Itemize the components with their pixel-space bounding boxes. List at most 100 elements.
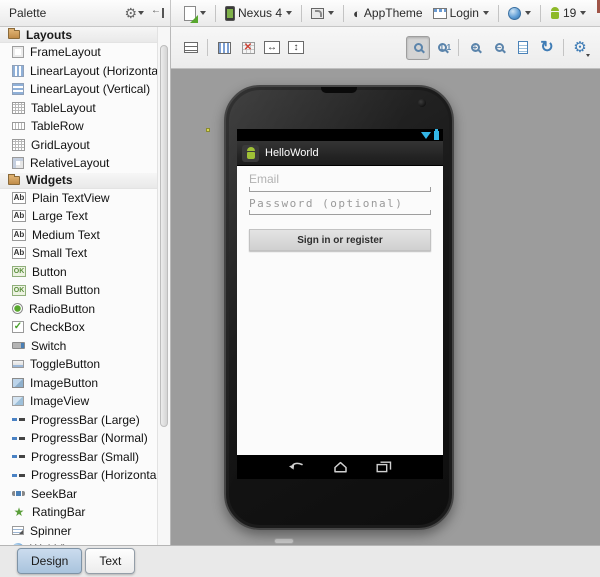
phone-preview: HelloWorld Email Password (optional) Sig… <box>224 85 454 530</box>
palette-item-progressbar-small[interactable]: ProgressBar (Small) <box>0 448 170 467</box>
palette-item-label: SeekBar <box>31 486 78 501</box>
chevron-down-icon <box>286 11 293 15</box>
palette-item-seekbar[interactable]: SeekBar <box>0 485 170 504</box>
navigation-bar <box>237 455 443 479</box>
collapse-panel-icon[interactable] <box>151 5 164 19</box>
palette-item-linearlayout-horizontal[interactable]: LinearLayout (Horizontal) <box>0 62 170 81</box>
palette-item-large-text[interactable]: Ab Large Text <box>0 207 170 226</box>
radio-icon <box>12 303 23 315</box>
locale-selector[interactable] <box>503 5 536 22</box>
zoom-to-fit-button[interactable] <box>406 35 430 60</box>
palette-scrollbar-thumb[interactable] <box>160 45 168 427</box>
palette-item-ratingbar[interactable]: ★ RatingBar <box>0 503 170 522</box>
app-icon <box>242 144 259 162</box>
refresh-icon: ↻ <box>540 38 554 56</box>
palette-item-tablelayout[interactable]: TableLayout <box>0 99 170 118</box>
gear-icon: ⚙ <box>573 39 587 56</box>
password-field[interactable]: Password (optional) <box>249 192 431 215</box>
palette-section-widgets[interactable]: Widgets <box>0 172 170 189</box>
refresh-button[interactable]: ↻ <box>535 36 559 60</box>
palette-item-linearlayout-vertical[interactable]: LinearLayout (Vertical) <box>0 80 170 99</box>
orientation-icon <box>311 7 325 19</box>
tab-text[interactable]: Text <box>85 548 136 574</box>
palette-section-layouts[interactable]: Layouts <box>0 27 170 43</box>
textview-icon: Ab <box>12 247 26 260</box>
palette-item-label: Small Text <box>32 246 88 261</box>
palette-item-label: ImageButton <box>30 375 99 390</box>
palette-item-label: ProgressBar (Normal) <box>31 431 148 446</box>
tab-design[interactable]: Design <box>17 548 83 574</box>
palette-item-gridlayout[interactable]: GridLayout <box>0 136 170 155</box>
palette-item-label: GridLayout <box>31 137 90 152</box>
activity-selector[interactable]: Login <box>428 4 494 22</box>
designer-toolbar: ↔ ↕ 1:1 + − ↻ ⚙ <box>171 27 600 69</box>
email-field[interactable]: Email <box>249 166 431 192</box>
palette-item-progressbar-normal[interactable]: ProgressBar (Normal) <box>0 429 170 448</box>
palette-item-progressbar-large[interactable]: ProgressBar (Large) <box>0 411 170 430</box>
image-button-icon <box>12 377 24 388</box>
progress-icon <box>12 473 25 477</box>
api-level-selector[interactable]: 19 <box>545 4 591 22</box>
home-icon <box>334 461 347 473</box>
palette-item-checkbox[interactable]: ✓ CheckBox <box>0 318 170 337</box>
palette-item-togglebutton[interactable]: ToggleButton <box>0 355 170 374</box>
palette-item-button[interactable]: OK Button <box>0 263 170 282</box>
layout-variants-button[interactable] <box>179 36 203 60</box>
chevron-down-icon <box>482 11 489 15</box>
theme-selector[interactable]: ◐ AppTheme <box>348 4 428 22</box>
design-canvas[interactable]: HelloWorld Email Password (optional) Sig… <box>171 69 600 545</box>
sign-in-button[interactable]: Sign in or register <box>249 229 431 251</box>
designer-settings-button[interactable]: ⚙ <box>568 36 592 60</box>
palette-item-label: RadioButton <box>29 301 96 316</box>
theme-label: AppTheme <box>363 6 423 20</box>
zoom-out-button[interactable]: − <box>487 36 511 60</box>
palette-item-label: Small Button <box>32 283 101 298</box>
activity-label: Login <box>449 6 479 20</box>
palette-item-small-text[interactable]: Ab Small Text <box>0 244 170 263</box>
palette-item-label: Switch <box>31 338 67 353</box>
new-layout-file-button[interactable] <box>179 4 211 23</box>
palette-item-medium-text[interactable]: Ab Medium Text <box>0 226 170 245</box>
api-level-label: 19 <box>562 6 577 20</box>
preview-doc-button[interactable] <box>511 36 535 60</box>
palette-item-framelayout[interactable]: FrameLayout <box>0 43 170 62</box>
palette-item-progressbar-horizontal[interactable]: ProgressBar (Horizontal) <box>0 466 170 485</box>
zoom-in-button[interactable]: + <box>463 36 487 60</box>
chevron-down-icon <box>580 11 587 15</box>
palette-item-tablerow[interactable]: TableRow <box>0 117 170 136</box>
palette-list: Layouts FrameLayout LinearLayout (Horizont… <box>0 27 170 545</box>
palette-item-relativelayout[interactable]: RelativeLayout <box>0 154 170 173</box>
hide-grid-button[interactable] <box>236 36 260 60</box>
progress-icon <box>12 455 25 459</box>
chevron-down-icon <box>328 11 335 15</box>
show-columns-button[interactable] <box>212 36 236 60</box>
actual-size-button[interactable]: 1:1 <box>430 36 454 60</box>
palette-item-radiobutton[interactable]: RadioButton <box>0 300 170 319</box>
palette-item-switch[interactable]: Switch <box>0 337 170 356</box>
palette-item-imagebutton[interactable]: ImageButton <box>0 374 170 393</box>
palette-item-plain-textview[interactable]: Ab Plain TextView <box>0 189 170 208</box>
textview-icon: Ab <box>12 210 26 223</box>
grid-layout-icon <box>12 138 25 151</box>
canvas-hscroll-thumb[interactable] <box>274 538 294 544</box>
layout-content: Email Password (optional) Sign in or reg… <box>237 166 443 455</box>
palette-item-label: CheckBox <box>30 320 85 335</box>
palette-item-imageview[interactable]: ImageView <box>0 392 170 411</box>
palette-item-spinner[interactable]: Spinner <box>0 522 170 541</box>
palette-gear-icon[interactable]: ⚙ <box>124 5 144 22</box>
globe-icon <box>507 6 521 20</box>
palette-item-label: TableLayout <box>31 100 96 115</box>
palette-item-label: TableRow <box>31 119 84 134</box>
folder-icon <box>8 28 20 39</box>
progress-icon <box>12 418 25 422</box>
palette-item-label: RelativeLayout <box>30 156 110 171</box>
palette-item-label: LinearLayout (Horizontal) <box>30 63 165 78</box>
expand-horizontally-button[interactable]: ↔ <box>260 36 284 60</box>
columns-icon <box>217 41 231 54</box>
orientation-selector[interactable] <box>306 6 339 21</box>
palette-item-label: Button <box>32 264 67 279</box>
chevron-down-icon <box>200 11 206 15</box>
expand-vertically-button[interactable]: ↕ <box>284 36 308 60</box>
device-selector[interactable]: Nexus 4 <box>220 4 297 23</box>
palette-item-small-button[interactable]: OK Small Button <box>0 281 170 300</box>
